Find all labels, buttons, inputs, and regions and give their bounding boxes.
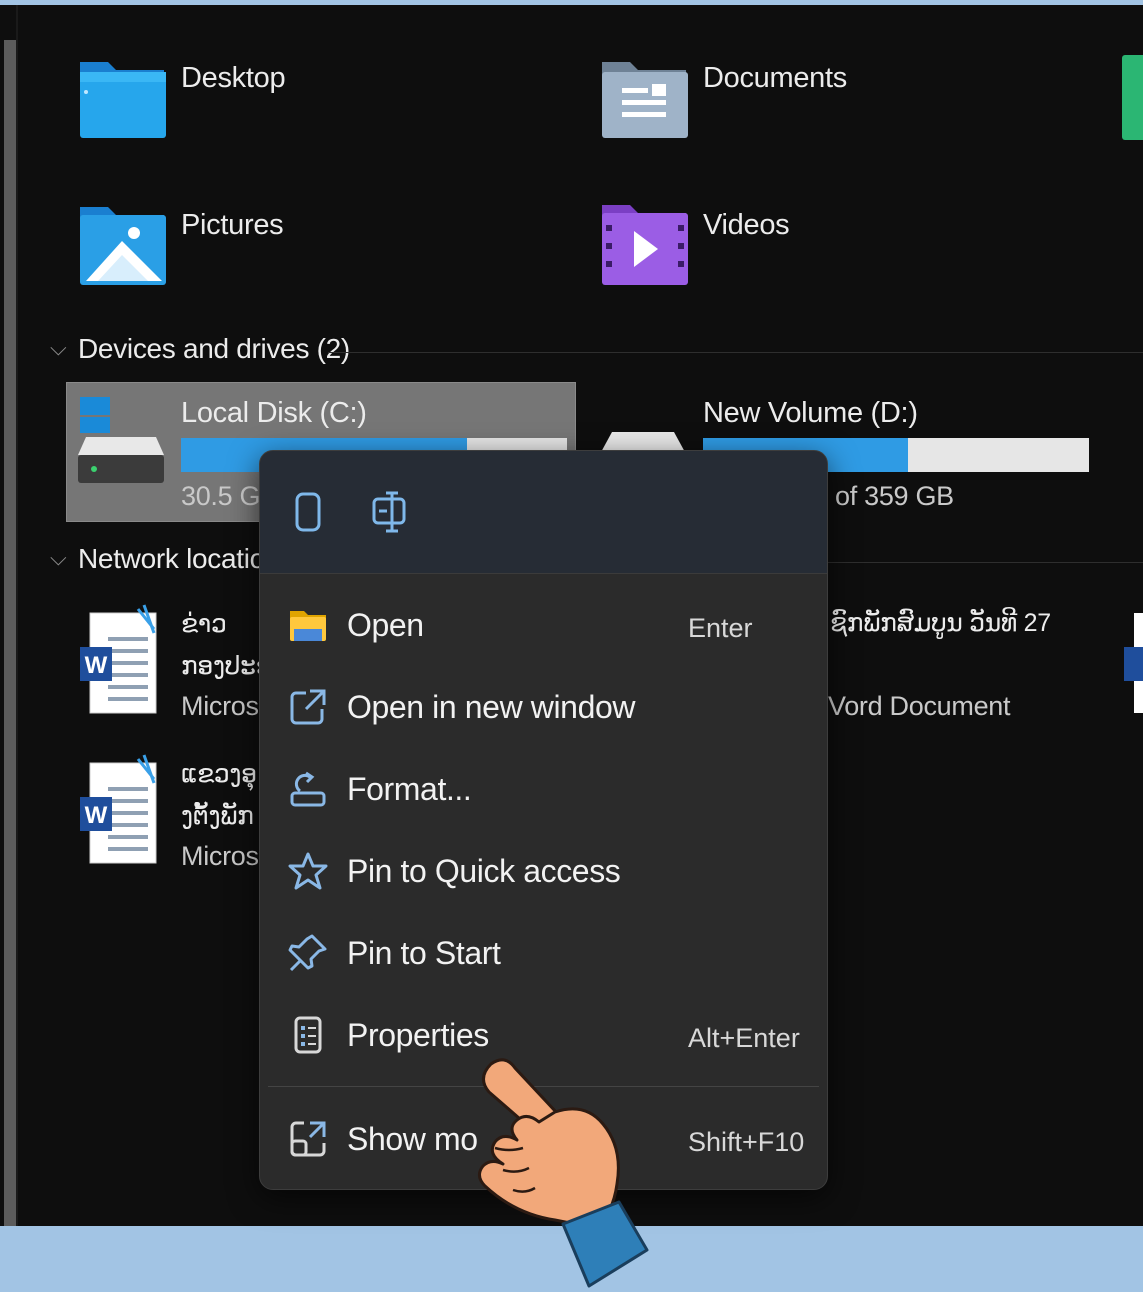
svg-text:W: W: [85, 652, 108, 679]
menu-item-label: Properties: [347, 1017, 489, 1053]
open-new-window-icon: [290, 689, 326, 725]
network-file[interactable]: W ຂ່າວ ກອງປະຊ Microsc: [78, 603, 273, 723]
pictures-folder-icon: [80, 207, 166, 285]
copy-icon[interactable]: [288, 489, 328, 539]
section-divider: [828, 562, 1143, 563]
show-more-icon: [290, 1121, 326, 1157]
menu-item-label: Format...: [347, 771, 472, 807]
scrollbar[interactable]: [4, 40, 16, 1226]
file-name-line1: ຂ່າວ: [181, 610, 227, 638]
folder-desktop[interactable]: Desktop: [78, 50, 548, 150]
desktop-folder-icon: [80, 62, 166, 138]
menu-item-label: Open: [347, 607, 424, 643]
menu-item-label: Pin to Start: [347, 935, 501, 971]
folder-label: Documents: [703, 62, 847, 94]
context-menu-toolbar: [260, 451, 827, 574]
star-icon: [288, 852, 328, 890]
word-document-icon: W: [80, 754, 157, 864]
folder-label: Videos: [703, 209, 790, 241]
menu-item-shortcut: Shift+F10: [688, 1127, 805, 1157]
menu-item-format[interactable]: Format...: [260, 753, 827, 827]
svg-text:W: W: [85, 802, 108, 829]
format-icon: [290, 771, 326, 807]
folder-videos[interactable]: Videos: [600, 197, 1070, 297]
drive-name: Local Disk (C:): [181, 397, 367, 429]
folder-label: Desktop: [181, 62, 286, 94]
network-file[interactable]: W ແຂວງອຸ ງຕັ້ງພັກ Microsc: [78, 753, 272, 873]
documents-folder-icon: [602, 62, 688, 138]
pointing-hand-cursor-icon: [478, 1058, 649, 1288]
chevron-down-icon[interactable]: ⌵: [50, 335, 67, 361]
network-section-title[interactable]: Network locatior: [78, 543, 274, 575]
downloads-folder-icon: [1122, 55, 1143, 140]
menu-item-label: Open in new window: [347, 689, 636, 725]
menu-item-pin-to-start[interactable]: Pin to Start: [260, 917, 827, 991]
word-document-icon: [1124, 613, 1143, 713]
pin-icon: [288, 934, 327, 972]
folder-pictures[interactable]: Pictures: [78, 197, 548, 297]
folder-icon: [290, 611, 326, 641]
word-document-icon: W: [80, 604, 157, 714]
menu-item-shortcut: Enter: [688, 613, 753, 643]
file-name-line1[interactable]: ຊົກພັກສົມບູນ ວັນທີ 27: [830, 608, 1051, 638]
file-name-line2: ງຕັ້ງພັກ: [181, 802, 254, 830]
section-divider: [328, 352, 1143, 353]
file-type: Vord Document: [828, 691, 1011, 721]
videos-folder-icon: [602, 205, 688, 285]
properties-icon: [294, 1016, 322, 1054]
menu-item-pin-to-quick-access[interactable]: Pin to Quick access: [260, 835, 827, 909]
menu-item-shortcut: Alt+Enter: [688, 1023, 800, 1053]
drive-name: New Volume (D:): [703, 397, 918, 429]
hard-drive-icon: [78, 397, 164, 483]
menu-item-open-in-new-window[interactable]: Open in new window: [260, 671, 827, 745]
pane-divider: [16, 5, 18, 1226]
folder-label: Pictures: [181, 209, 284, 241]
rename-icon[interactable]: [368, 489, 412, 539]
devices-section-title[interactable]: Devices and drives (2): [78, 333, 350, 365]
file-name-line1: ແຂວງອຸ: [181, 760, 257, 788]
menu-item-label: Pin to Quick access: [347, 853, 621, 889]
folder-documents[interactable]: Documents: [600, 50, 1070, 150]
menu-item-open[interactable]: Open Enter: [260, 589, 827, 663]
chevron-down-icon[interactable]: ⌵: [50, 545, 67, 571]
drive-space-text: of 359 GB: [835, 481, 954, 511]
